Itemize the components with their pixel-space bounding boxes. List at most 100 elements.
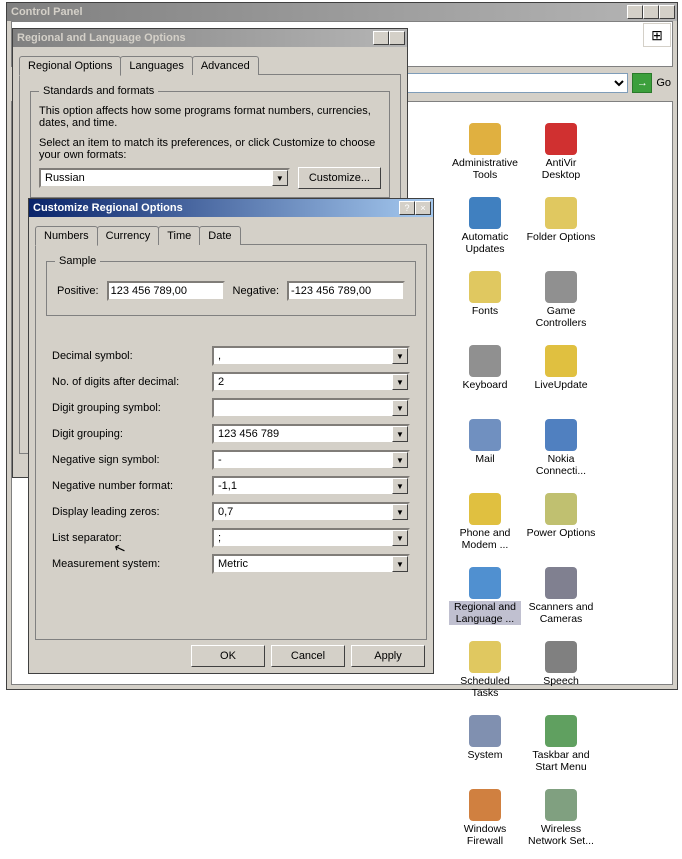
cp-icon <box>469 641 501 673</box>
cp-label: Administrative Tools <box>449 157 521 181</box>
sample-group: Sample Positive: 123 456 789,00 Negative… <box>46 255 416 316</box>
field-row-negSign: Negative sign symbol:-▼ <box>52 450 410 470</box>
cp-icon <box>469 789 501 821</box>
tab-strip: Regional Options Languages Advanced <box>13 56 407 75</box>
cp-label: Automatic Updates <box>449 231 521 255</box>
cp-item[interactable]: AntiVir Desktop <box>523 121 599 193</box>
help-button[interactable]: ? <box>373 31 389 45</box>
cp-item[interactable]: Automatic Updates <box>447 195 523 267</box>
field-value: 123 456 789 <box>218 428 279 440</box>
cp-item[interactable]: Speech <box>523 639 599 711</box>
field-value: , <box>218 350 221 362</box>
standards-formats-group: Standards and formats This option affect… <box>30 85 390 198</box>
cp-icon <box>545 345 577 377</box>
close-button[interactable]: × <box>659 5 675 19</box>
field-row-leadZero: Display leading zeros:0,7▼ <box>52 502 410 522</box>
go-button[interactable]: → <box>632 73 652 93</box>
cp-item[interactable]: Scanners and Cameras <box>523 565 599 637</box>
field-label: Negative sign symbol: <box>52 454 212 466</box>
cp-icon <box>545 197 577 229</box>
cp-item[interactable]: Regional and Language ... <box>447 565 523 637</box>
field-value: 2 <box>218 376 224 388</box>
field-combo-leadZero[interactable]: 0,7▼ <box>212 502 410 522</box>
field-combo-grouping[interactable]: 123 456 789 ▼ <box>212 424 410 444</box>
cp-item[interactable]: Taskbar and Start Menu <box>523 713 599 785</box>
cp-icon <box>545 493 577 525</box>
field-combo-negFmt[interactable]: -1,1▼ <box>212 476 410 496</box>
cp-icon <box>469 715 501 747</box>
chevron-down-icon: ▼ <box>392 556 408 572</box>
tab-time[interactable]: Time <box>158 226 200 245</box>
field-label: No. of digits after decimal: <box>52 376 212 388</box>
dialog-title: Customize Regional Options <box>31 202 399 214</box>
field-label: List separator: <box>52 532 212 544</box>
field-row-negFmt: Negative number format:-1,1▼ <box>52 476 410 496</box>
cp-item[interactable]: Fonts <box>447 269 523 341</box>
cp-icon <box>545 567 577 599</box>
cp-item[interactable]: Scheduled Tasks <box>447 639 523 711</box>
tab-languages[interactable]: Languages <box>120 56 192 75</box>
field-value: - <box>218 454 222 466</box>
tab-advanced[interactable]: Advanced <box>192 56 259 75</box>
cp-item[interactable]: Administrative Tools <box>447 121 523 193</box>
windows-logo-icon: ⊞ <box>643 23 671 47</box>
cp-item[interactable]: Mail <box>447 417 523 489</box>
cp-item[interactable]: Power Options <box>523 491 599 563</box>
window-title: Control Panel <box>9 6 627 18</box>
cp-item[interactable]: Windows Firewall <box>447 787 523 859</box>
cp-icon <box>469 345 501 377</box>
cp-item[interactable]: Phone and Modem ... <box>447 491 523 563</box>
customize-button[interactable]: Customize... <box>298 167 381 189</box>
field-combo-digits[interactable]: 2▼ <box>212 372 410 392</box>
chevron-down-icon: ▼ <box>392 374 408 390</box>
cancel-button[interactable]: Cancel <box>271 645 345 667</box>
cp-item[interactable]: Folder Options <box>523 195 599 267</box>
field-value: -1,1 <box>218 480 237 492</box>
titlebar[interactable]: Regional and Language Options ? × <box>13 29 407 47</box>
positive-label: Positive: <box>57 285 99 297</box>
cp-item[interactable]: Keyboard <box>447 343 523 415</box>
cp-item[interactable]: LiveUpdate <box>523 343 599 415</box>
close-button[interactable]: × <box>389 31 405 45</box>
cp-item[interactable]: Game Controllers <box>523 269 599 341</box>
cp-icon <box>469 123 501 155</box>
cp-icon <box>545 641 577 673</box>
field-combo-groupSym[interactable]: ▼ <box>212 398 410 418</box>
locale-select[interactable]: Russian ▼ <box>39 168 290 188</box>
field-combo-measure[interactable]: Metric▼ <box>212 554 410 574</box>
cp-icon <box>545 271 577 303</box>
cp-label: Game Controllers <box>525 305 597 329</box>
titlebar[interactable]: Customize Regional Options ? × <box>29 199 433 217</box>
chevron-down-icon: ▼ <box>392 426 408 442</box>
maximize-button[interactable]: □ <box>643 5 659 19</box>
cp-icon <box>469 271 501 303</box>
field-row-groupSym: Digit grouping symbol:▼ <box>52 398 410 418</box>
cp-label: Nokia Connecti... <box>525 453 597 477</box>
tab-date[interactable]: Date <box>199 226 240 245</box>
apply-button[interactable]: Apply <box>351 645 425 667</box>
field-combo-listSep[interactable]: ;▼ <box>212 528 410 548</box>
cp-label: Regional and Language ... <box>449 601 521 625</box>
cp-item[interactable]: System <box>447 713 523 785</box>
field-combo-negSign[interactable]: -▼ <box>212 450 410 470</box>
chevron-down-icon: ▼ <box>272 170 288 186</box>
titlebar[interactable]: Control Panel _ □ × <box>7 3 677 21</box>
chevron-down-icon: ▼ <box>392 348 408 364</box>
field-combo-decimal[interactable]: ,▼ <box>212 346 410 366</box>
tab-numbers[interactable]: Numbers <box>35 226 98 246</box>
cp-item[interactable]: Wireless Network Set... <box>523 787 599 859</box>
tab-regional-options[interactable]: Regional Options <box>19 56 121 76</box>
customize-regional-options-dialog: Customize Regional Options ? × Numbers C… <box>28 198 434 674</box>
field-label: Digit grouping: <box>52 428 212 440</box>
minimize-button[interactable]: _ <box>627 5 643 19</box>
desc-text: Select an item to match its preferences,… <box>39 137 381 161</box>
cp-icon <box>469 567 501 599</box>
icon-grid: Administrative ToolsAntiVir Desktop Autom… <box>447 121 669 681</box>
chevron-down-icon: ▼ <box>392 530 408 546</box>
ok-button[interactable]: OK <box>191 645 265 667</box>
help-button[interactable]: ? <box>399 201 415 215</box>
cp-item[interactable]: Nokia Connecti... <box>523 417 599 489</box>
close-button[interactable]: × <box>415 201 431 215</box>
cp-label: Scheduled Tasks <box>449 675 521 699</box>
tab-currency[interactable]: Currency <box>97 226 160 245</box>
